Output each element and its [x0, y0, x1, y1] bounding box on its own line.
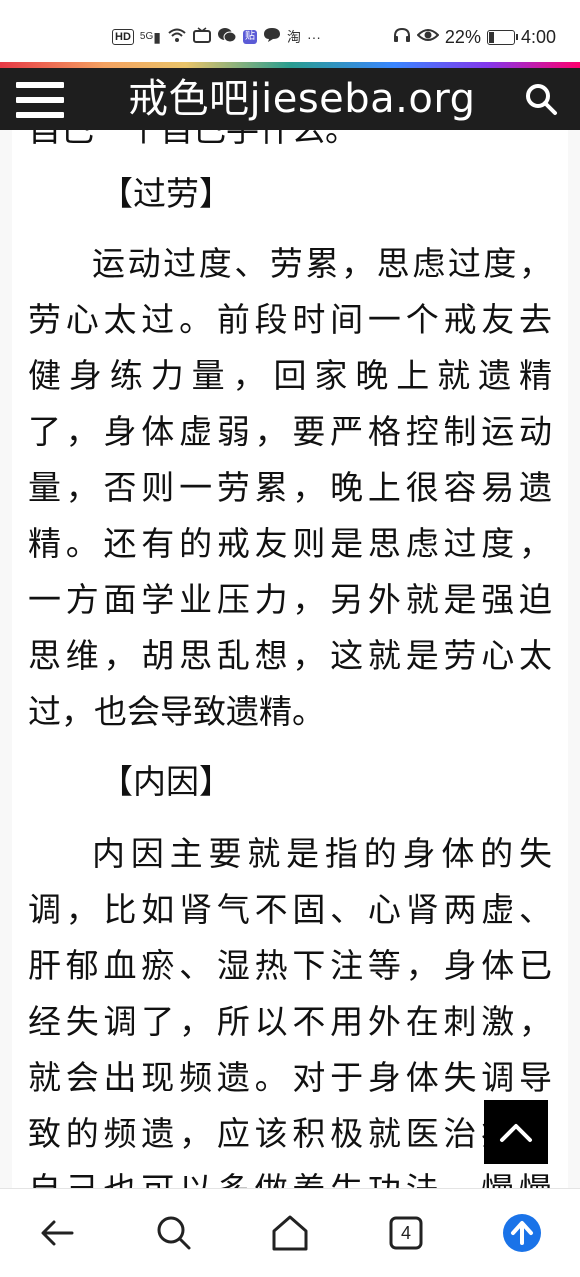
more-notifications-icon: ··· [306, 29, 321, 45]
article-content: 自己一个自己手什么。 【过劳】 运动过度、劳累，思虑过度， 劳心太过。前段时间一… [0, 130, 580, 1188]
status-bar: HD 5G▮ 贴 淘 ··· 22% 4:00 [0, 0, 580, 62]
hd-icon: HD [112, 29, 134, 45]
search-icon [157, 1216, 191, 1250]
article-line: 精。还有的戒友则是思虑过度， [28, 524, 552, 563]
chevron-up-icon [500, 1124, 532, 1142]
site-title[interactable]: 戒色吧jieseba.org [128, 76, 476, 122]
status-icons-right: 22% 4:00 [393, 26, 556, 48]
article-line: 劳心太过。前段时间一个戒友去 [28, 300, 552, 339]
chat-bubble-icon [263, 27, 281, 47]
search-icon[interactable] [524, 82, 558, 116]
tv-icon [192, 27, 211, 47]
clock: 4:00 [520, 26, 556, 47]
article-line: 调，比如肾气不固、心肾两虚、 [28, 890, 552, 929]
article-line: 过，也会导致遗精。 [28, 692, 325, 731]
section-heading: 【过劳】 [100, 174, 232, 213]
scroll-to-top-button[interactable] [484, 1100, 548, 1164]
battery-percent: 22% [444, 26, 481, 47]
arrow-up-circle-icon [503, 1214, 541, 1252]
menu-bar-3 [16, 112, 64, 118]
article-line: 内因主要就是指的身体的失 [92, 834, 552, 873]
signal-5g-icon: 5G▮ [139, 29, 161, 45]
tabs-button[interactable]: 4 [382, 1209, 430, 1257]
search-button[interactable] [150, 1209, 198, 1257]
article-line: 自己一个自己手什么。 [28, 130, 552, 152]
battery-level [488, 31, 494, 43]
article-line: 肝郁血瘀、湿热下注等，身体已 [28, 946, 552, 985]
article-line: 健身练力量，回家晚上就遗精 [28, 356, 552, 395]
article-line: 思维，胡思乱想，这就是劳心太 [28, 636, 552, 675]
browser-bottom-nav: 4 [0, 1188, 580, 1277]
article-line: 自己也可以多做养生功法，慢慢 [28, 1168, 552, 1188]
tab-count: 4 [400, 1223, 411, 1243]
menu-bar-1 [16, 82, 64, 88]
menu-bar-2 [16, 97, 64, 103]
site-header: 戒色吧jieseba.org [0, 68, 580, 130]
wifi-icon [167, 27, 187, 47]
signal-label: 5G [139, 31, 154, 42]
article-line: 经失调了，所以不用外在刺激， [28, 1002, 552, 1041]
article-line: 致的频遗，应该积极就医治疗， [28, 1114, 552, 1153]
home-icon [272, 1215, 308, 1251]
article-line: 量，否则一劳累，晚上很容易遗 [28, 468, 552, 507]
wechat-icon [217, 27, 237, 47]
home-button[interactable] [266, 1209, 314, 1257]
battery-tip [515, 33, 518, 40]
upload-button[interactable] [498, 1209, 546, 1257]
battery-icon [486, 29, 518, 45]
back-arrow-icon [41, 1220, 74, 1246]
eye-comfort-icon [416, 27, 440, 47]
article-line: 了，身体虚弱，要严格控制运动 [28, 412, 552, 451]
tieba-icon: 贴 [242, 30, 257, 44]
status-icons-left: HD 5G▮ 贴 淘 ··· [112, 26, 321, 48]
article-line: 运动过度、劳累，思虑过度， [92, 244, 552, 283]
back-button[interactable] [34, 1209, 82, 1257]
article-line: 一方面学业压力，另外就是强迫 [28, 580, 552, 619]
taobao-icon: 淘 [286, 29, 301, 45]
menu-button[interactable] [16, 80, 64, 120]
headphones-icon [393, 27, 411, 47]
section-heading: 【内因】 [100, 762, 232, 801]
article-line: 就会出现频遗。对于身体失调导 [28, 1058, 552, 1097]
